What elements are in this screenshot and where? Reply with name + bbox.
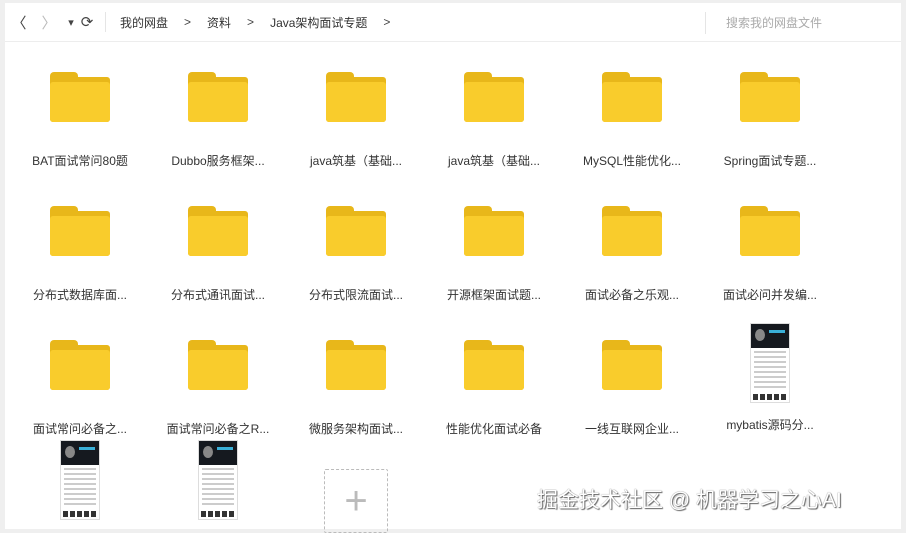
folder-icon xyxy=(602,340,662,390)
folder-item[interactable]: 分布式数据库面... xyxy=(20,206,140,303)
document-thumbnail xyxy=(60,440,100,520)
folder-icon xyxy=(740,206,800,256)
folder-item[interactable]: 一线互联网企业... xyxy=(572,340,692,437)
folder-icon xyxy=(740,72,800,122)
folder-icon xyxy=(464,206,524,256)
folder-item[interactable]: 面试必备之乐观... xyxy=(572,206,692,303)
breadcrumb-chevron-icon: > xyxy=(247,15,255,29)
file-item[interactable] xyxy=(158,440,278,520)
folder-item[interactable]: 性能优化面试必备 xyxy=(434,340,554,437)
file-name: 分布式数据库面... xyxy=(32,288,127,302)
file-name: 面试必问并发编... xyxy=(722,288,817,302)
search-input[interactable]: 搜索我的网盘文件 xyxy=(705,12,901,34)
folder-icon xyxy=(188,72,248,122)
folder-item[interactable]: 面试必问并发编... xyxy=(710,206,830,303)
file-name: Dubbo服务框架... xyxy=(171,154,265,168)
folder-icon xyxy=(326,72,386,122)
folder-icon xyxy=(602,206,662,256)
folder-item[interactable]: 分布式限流面试... xyxy=(296,206,416,303)
breadcrumb-materials[interactable]: 资料 xyxy=(207,14,231,31)
file-name: 分布式通讯面试... xyxy=(170,288,265,302)
folder-icon xyxy=(326,340,386,390)
folder-icon xyxy=(50,72,110,122)
folder-icon xyxy=(464,72,524,122)
folder-item[interactable]: Spring面试专题... xyxy=(710,72,830,169)
add-file-button[interactable]: + xyxy=(324,469,388,533)
folder-item[interactable]: MySQL性能优化... xyxy=(572,72,692,169)
forward-button[interactable]: 〉 xyxy=(39,12,59,33)
refresh-button[interactable]: ⟳ xyxy=(77,13,97,31)
folder-icon xyxy=(326,206,386,256)
file-name: 分布式限流面试... xyxy=(308,288,403,302)
toolbar: 〈 〉 ▾ ⟳ 我的网盘 > 资料 > Java架构面试专题 > 搜索我的网盘文… xyxy=(5,3,901,42)
file-name: BAT面试常问80题 xyxy=(32,154,128,168)
breadcrumb-chevron-icon: > xyxy=(184,15,192,29)
file-name: 微服务架构面试... xyxy=(308,422,403,436)
breadcrumb-chevron-icon[interactable]: > xyxy=(383,15,390,29)
folder-item[interactable]: Dubbo服务框架... xyxy=(158,72,278,169)
file-name: java筑基（基础... xyxy=(447,154,541,168)
folder-icon xyxy=(50,340,110,390)
file-name: Spring面试专题... xyxy=(723,154,817,168)
watermark: 掘金技术社区 @ 机器学习之心AI xyxy=(537,489,842,512)
folder-icon xyxy=(602,72,662,122)
folder-item[interactable]: 开源框架面试题... xyxy=(434,206,554,303)
divider xyxy=(105,12,106,32)
file-name: 性能优化面试必备 xyxy=(445,422,542,436)
folder-item[interactable]: 面试常问必备之... xyxy=(20,340,140,437)
history-dropdown-icon[interactable]: ▾ xyxy=(65,16,77,29)
folder-icon xyxy=(50,206,110,256)
file-name: MySQL性能优化... xyxy=(582,154,681,168)
folder-item[interactable]: java筑基（基础... xyxy=(434,72,554,169)
file-name: 开源框架面试题... xyxy=(446,288,541,302)
file-name: mybatis源码分... xyxy=(726,418,814,432)
breadcrumb-my-drive[interactable]: 我的网盘 xyxy=(120,14,168,31)
document-thumbnail xyxy=(198,440,238,520)
file-item[interactable]: mybatis源码分... xyxy=(710,323,830,433)
file-name: 面试必备之乐观... xyxy=(584,288,679,302)
file-item[interactable] xyxy=(20,440,140,520)
folder-item[interactable]: 微服务架构面试... xyxy=(296,340,416,437)
add-item[interactable]: + xyxy=(296,457,416,533)
file-name: 面试常问必备之... xyxy=(32,422,127,436)
folder-item[interactable]: BAT面试常问80题 xyxy=(20,72,140,169)
breadcrumb-java-interview[interactable]: Java架构面试专题 xyxy=(270,14,367,31)
document-thumbnail xyxy=(750,323,790,403)
folder-icon xyxy=(188,340,248,390)
file-name: 面试常问必备之R... xyxy=(166,422,270,436)
folder-icon xyxy=(464,340,524,390)
folder-icon xyxy=(188,206,248,256)
folder-item[interactable]: 面试常问必备之R... xyxy=(158,340,278,437)
file-name: 一线互联网企业... xyxy=(584,422,679,436)
file-name: java筑基（基础... xyxy=(309,154,403,168)
folder-item[interactable]: java筑基（基础... xyxy=(296,72,416,169)
file-manager-window: 〈 〉 ▾ ⟳ 我的网盘 > 资料 > Java架构面试专题 > 搜索我的网盘文… xyxy=(5,3,901,533)
back-button[interactable]: 〈 xyxy=(9,12,29,33)
folder-item[interactable]: 分布式通讯面试... xyxy=(158,206,278,303)
